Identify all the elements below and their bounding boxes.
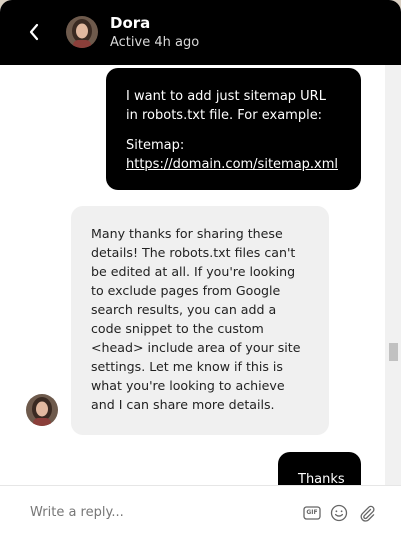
emoji-button[interactable] [329,503,349,523]
message-text: Sitemap: [126,138,185,153]
contact-name: Dora [110,14,151,32]
chat-window: Dora Active 4h ago I want to add just si… [0,0,401,539]
reply-composer: GIF [0,485,401,539]
sitemap-link[interactable]: https://domain.com/sitemap.xml [126,157,338,172]
message-text: Many thanks for sharing these details! T… [91,226,301,412]
message-text: I want to add just sitemap URL in robots… [126,89,326,123]
contact-status: Active 4h ago [110,35,200,50]
message-outgoing: Thanks [278,452,361,485]
gif-button[interactable]: GIF [302,503,322,523]
scrollbar[interactable] [385,65,401,485]
chevron-left-icon [29,23,39,41]
attachment-icon [360,505,375,522]
message-incoming: Many thanks for sharing these details! T… [71,206,329,435]
back-button[interactable] [22,18,46,46]
emoji-icon [330,504,348,522]
gif-label: GIF [306,509,318,516]
reply-input[interactable] [30,498,280,526]
message-list: I want to add just sitemap URL in robots… [0,65,401,485]
avatar[interactable] [26,394,58,426]
avatar[interactable] [66,16,98,48]
attach-button[interactable] [357,503,377,523]
message-text: Thanks [298,472,345,485]
chat-header: Dora Active 4h ago [0,0,401,65]
message-outgoing: I want to add just sitemap URL in robots… [106,68,361,190]
scrollbar-thumb[interactable] [389,343,398,361]
